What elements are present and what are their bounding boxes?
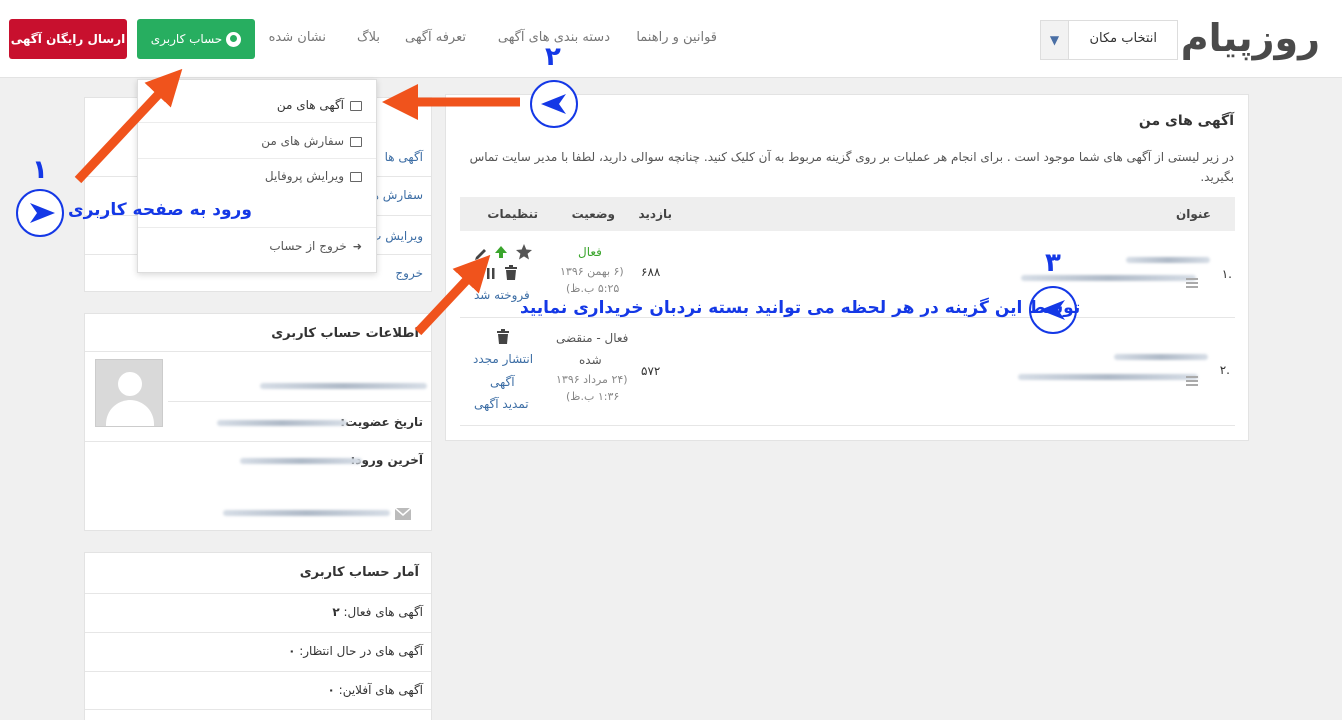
- status-badge: فعال: [578, 245, 602, 259]
- divider: [168, 401, 431, 402]
- divider: [138, 158, 376, 159]
- renew-ad-link[interactable]: تمدید آگهی: [474, 397, 529, 411]
- dropdown-item-logout[interactable]: ➜خروج از حساب: [269, 239, 362, 253]
- last-login-redacted: [240, 458, 362, 464]
- member-since-redacted: [217, 420, 347, 426]
- annotation-text-3: توسط این گزینه در هر لحظه می توانید بسته…: [520, 298, 1081, 318]
- stat-offline-ads: آگهی های آفلاین: ۰: [327, 683, 424, 697]
- ad-title-redacted[interactable]: [1126, 257, 1210, 263]
- stats-title: آمار حساب کاربری: [299, 565, 419, 580]
- dropdown-item-edit-profile[interactable]: ویرایش پروفایل: [265, 169, 362, 183]
- stat-pending-ads: آگهی های در حال انتظار: ۰: [288, 644, 423, 658]
- column-views: بازدید: [638, 207, 672, 221]
- status-time: ۱:۳۶ ب.ظ): [566, 390, 620, 403]
- table-header: عنوان بازدید وضعیت تنظیمات: [460, 197, 1235, 231]
- site-logo[interactable]: روزپیام: [1181, 14, 1320, 62]
- list-icon: [1186, 376, 1198, 386]
- divider: [138, 227, 376, 228]
- star-icon[interactable]: [516, 244, 532, 260]
- chevron-down-icon: ▼: [1041, 21, 1069, 59]
- annotation-number-1: ۱: [32, 155, 48, 185]
- divider: [85, 351, 431, 352]
- page-title: آگهی های من: [1138, 113, 1234, 129]
- ad-subtitle-redacted: [1018, 374, 1198, 380]
- dropdown-item-my-ads[interactable]: آگهی های من: [277, 98, 362, 112]
- account-dropdown-menu: آگهی های من سفارش های من ویرایش پروفایل …: [137, 79, 377, 273]
- republish-link[interactable]: انتشار مجدد: [473, 352, 533, 366]
- nav-pricing[interactable]: تعرفه آگهی: [405, 30, 466, 45]
- annotation-number-3: ۳: [1045, 248, 1061, 278]
- row-index: .۱: [1221, 267, 1232, 281]
- sidebar-item-logout[interactable]: خروج: [395, 266, 423, 280]
- trash-icon[interactable]: [505, 265, 517, 280]
- trash-icon[interactable]: [496, 329, 510, 345]
- list-icon: [1186, 278, 1198, 288]
- sign-out-icon: ➜: [352, 240, 362, 253]
- status-time: ۵:۲۵ ب.ظ): [566, 282, 620, 295]
- sidebar-item-my-ads[interactable]: آگهی ها: [385, 150, 423, 164]
- account-info-panel: اطلاعات حساب کاربری تاریخ عضویت: آخرین و…: [84, 313, 432, 531]
- row-divider: [460, 425, 1235, 426]
- user-icon: [226, 32, 242, 47]
- member-since-label: تاریخ عضویت:: [340, 415, 423, 429]
- status-date: (۲۴ مرداد ۱۳۹۶: [556, 373, 628, 386]
- location-select[interactable]: انتخاب مکان ▼: [1040, 20, 1178, 60]
- avatar: [95, 359, 163, 427]
- annotation-text-1: ورود به صفحه کاربری: [68, 200, 252, 220]
- my-ads-panel: آگهی های من در زیر لیستی از آگهی های شما…: [445, 94, 1249, 441]
- sidebar-item-orders[interactable]: سفارش ها: [369, 188, 423, 202]
- page-description: در زیر لیستی از آگهی های شما موجود است .…: [469, 150, 1234, 184]
- edit-icon[interactable]: [475, 249, 486, 260]
- sidebar-item-edit-profile[interactable]: ویرایش پ: [370, 229, 423, 243]
- row-index: .۲: [1219, 363, 1230, 377]
- views-count: ۶۸۸: [641, 265, 661, 279]
- nav-bookmarked[interactable]: نشان شده: [269, 30, 326, 45]
- edit-icon: [350, 100, 362, 111]
- divider: [138, 122, 376, 123]
- dropdown-item-my-orders[interactable]: سفارش های من: [261, 134, 362, 148]
- divider: [85, 709, 431, 710]
- status-badge: فعال - منقضی: [556, 331, 629, 345]
- divider: [85, 671, 431, 672]
- stat-active-ads: آگهی های فعال: ۲: [332, 605, 423, 619]
- username-redacted: [260, 383, 427, 389]
- account-stats-panel: آمار حساب کاربری آگهی های فعال: ۲ آگهی ه…: [84, 552, 432, 720]
- id-card-icon: [350, 171, 362, 182]
- account-info-title: اطلاعات حساب کاربری: [271, 326, 419, 341]
- divider: [85, 632, 431, 633]
- email-redacted: [223, 510, 390, 516]
- ad-title-redacted[interactable]: [1114, 354, 1208, 360]
- card-icon: [350, 136, 362, 147]
- location-select-label: انتخاب مکان: [1089, 31, 1157, 46]
- row-actions: [475, 244, 532, 280]
- pause-icon[interactable]: [487, 268, 495, 279]
- divider: [85, 593, 431, 594]
- annotation-number-2: ۲: [545, 42, 561, 72]
- column-settings: تنظیمات: [487, 207, 538, 221]
- account-button[interactable]: حساب کاربری: [137, 19, 255, 59]
- nav-rules[interactable]: قوانین و راهنما: [636, 30, 717, 45]
- column-status: وضعیت: [571, 207, 615, 221]
- post-free-ad-button[interactable]: ارسال رایگان آگهی: [9, 19, 127, 59]
- site-header: روزپیام انتخاب مکان ▼ قوانین و راهنما دس…: [0, 0, 1342, 78]
- ladder-upgrade-icon[interactable]: [495, 246, 507, 258]
- republish-link-cont[interactable]: آگهی: [490, 375, 515, 389]
- nav-blog[interactable]: بلاگ: [357, 30, 380, 45]
- status-badge-cont: شده: [579, 353, 602, 367]
- status-date: (۶ بهمن ۱۳۹۶: [560, 265, 624, 278]
- views-count: ۵۷۲: [641, 364, 661, 378]
- divider: [85, 441, 431, 442]
- annotation-circle-1: [16, 189, 64, 237]
- column-title: عنوان: [1176, 207, 1211, 221]
- envelope-icon: [395, 508, 411, 520]
